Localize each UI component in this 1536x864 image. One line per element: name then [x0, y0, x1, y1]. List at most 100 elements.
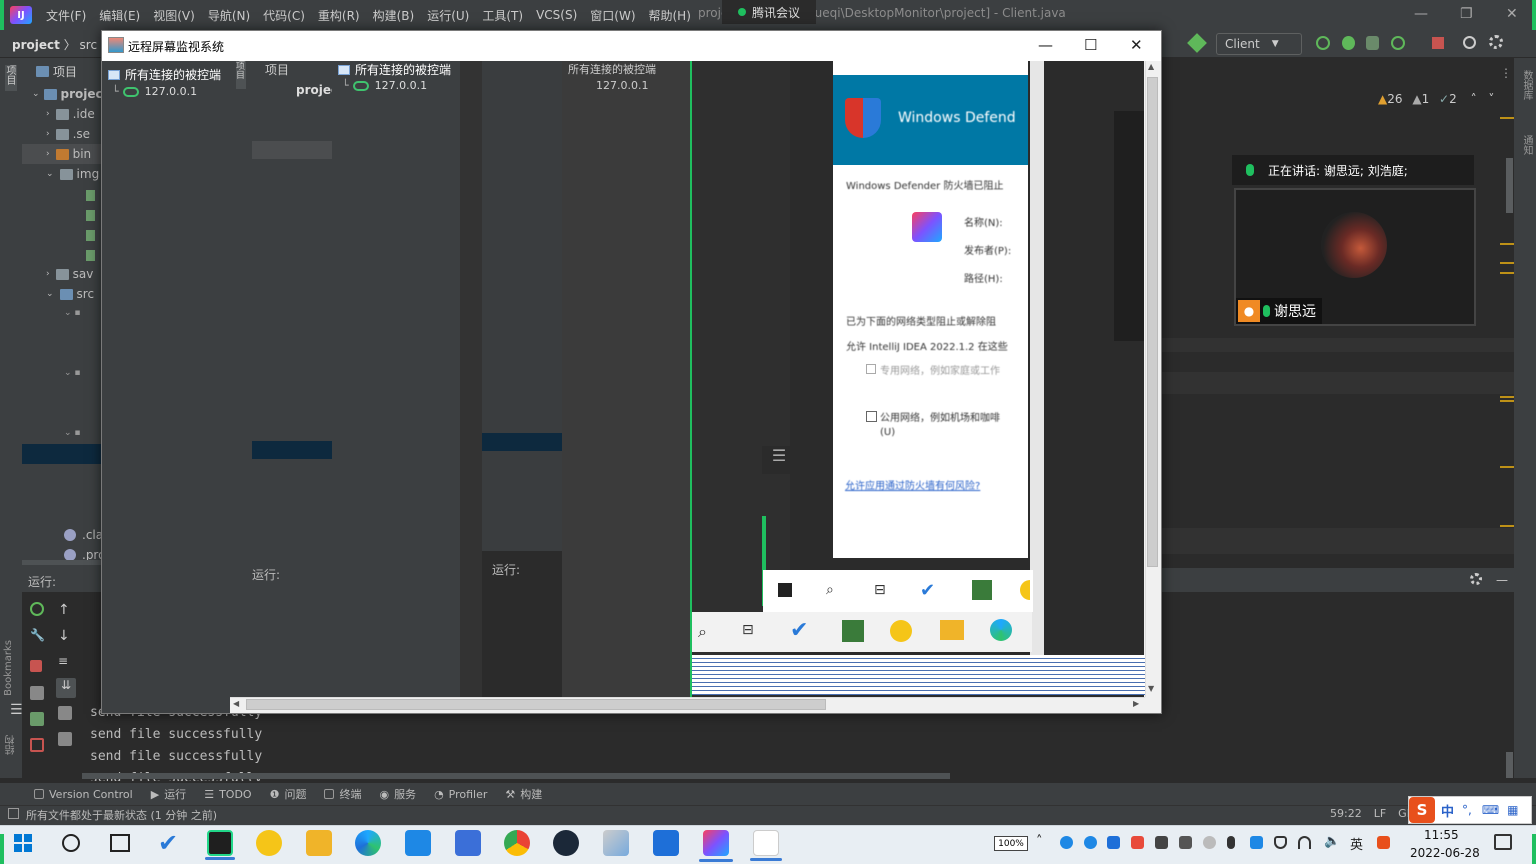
gutter-warning-mark[interactable]: [1500, 466, 1514, 468]
camera-icon[interactable]: [30, 686, 44, 700]
tray-app-icon[interactable]: [1084, 836, 1097, 849]
tab-services[interactable]: ◉ 服务: [379, 786, 416, 802]
scroll-right-arrow-icon[interactable]: ▶: [1133, 699, 1139, 708]
tray-cat-icon[interactable]: [1179, 836, 1192, 849]
image-file-icon[interactable]: [86, 250, 95, 261]
menu-code[interactable]: 代码(C): [263, 7, 305, 24]
chevron-up-icon[interactable]: ˄: [1036, 834, 1043, 849]
package-folder-icon[interactable]: ⌄ ▪: [64, 368, 98, 380]
menu-view[interactable]: 视图(V): [153, 7, 195, 24]
tray-app-icon[interactable]: [1060, 836, 1073, 849]
console-hscroll[interactable]: [82, 773, 950, 779]
tencent-meeting-tab[interactable]: 腾讯会议: [722, 0, 816, 24]
sogou-tray-icon[interactable]: [1377, 836, 1390, 849]
gutter-warning-mark[interactable]: [1500, 243, 1514, 245]
soft-wrap-icon[interactable]: ≡: [58, 654, 72, 668]
gear-icon[interactable]: [1489, 35, 1503, 49]
inspection-widget[interactable]: ▲26 ▲1 ✓2 ˄ ˅: [1378, 92, 1494, 106]
caret-position[interactable]: 59:22 LF GE: [1330, 807, 1414, 820]
tree-item-src[interactable]: ⌄ src: [46, 284, 94, 304]
tray-app-icon[interactable]: [1203, 836, 1216, 849]
chevron-up-icon[interactable]: ˄: [1471, 92, 1477, 106]
client-node[interactable]: └ 127.0.0.1: [112, 85, 197, 98]
ime-toolbar[interactable]: S 中 °, ⌨ ▦: [1408, 796, 1532, 824]
writing-app-icon[interactable]: [455, 830, 481, 856]
gear-icon[interactable]: [1470, 573, 1482, 585]
ime-keyboard-icon[interactable]: ⌨: [1482, 803, 1499, 817]
pycharm-icon[interactable]: [205, 830, 235, 860]
tree-item-module[interactable]: ⌄ projec: [32, 84, 103, 104]
structure-tool-tab[interactable]: 结构: [4, 735, 19, 755]
login-icon[interactable]: [30, 712, 44, 726]
tray-shield-icon[interactable]: [1274, 836, 1287, 849]
remote-monitor-titlebar[interactable]: [102, 31, 1161, 61]
project-panel-hscroll[interactable]: [22, 560, 101, 565]
menu-refactor[interactable]: 重构(R): [318, 7, 360, 24]
package-folder-icon[interactable]: ⌄ ▪: [64, 428, 98, 440]
tray-app-icon[interactable]: [1250, 836, 1263, 849]
app-yellow-icon[interactable]: [256, 830, 282, 856]
status-message[interactable]: 所有文件都处于最新状态 (1 分钟 之前): [26, 807, 217, 823]
scroll-left-arrow-icon[interactable]: ◀: [233, 699, 239, 708]
intellij-idea-icon[interactable]: [699, 830, 733, 862]
scroll-down-arrow-icon[interactable]: ▼: [1148, 684, 1154, 693]
chrome-icon[interactable]: [504, 830, 530, 856]
tray-mic-icon[interactable]: [1227, 836, 1235, 849]
exit-icon[interactable]: [30, 738, 44, 752]
ide-minimize-button[interactable]: —: [1414, 6, 1428, 22]
chevron-down-icon[interactable]: ˅: [1488, 92, 1494, 106]
arrow-down-icon[interactable]: ↓: [58, 628, 72, 644]
coverage-icon[interactable]: [1366, 36, 1379, 50]
minimize-panel-icon[interactable]: —: [1496, 573, 1508, 587]
run-config-select[interactable]: Client ▼: [1216, 33, 1302, 55]
menu-vcs[interactable]: VCS(S): [536, 8, 577, 22]
project-panel-header[interactable]: 项目: [36, 63, 77, 80]
tree-item-classpath[interactable]: .cla: [64, 525, 103, 545]
tab-problems[interactable]: ❶ 问题: [270, 786, 307, 802]
tree-item-settings[interactable]: › .se: [46, 124, 90, 144]
wrench-icon[interactable]: 🔧: [30, 628, 45, 642]
sogou-logo-icon[interactable]: S: [1409, 797, 1435, 823]
scroll-to-end-icon[interactable]: ⇊: [56, 678, 76, 698]
tab-terminal[interactable]: 终端: [324, 786, 361, 802]
canvas-hscroll-thumb[interactable]: [246, 699, 826, 710]
scroll-up-arrow-icon[interactable]: ▲: [1148, 62, 1154, 71]
battery-indicator[interactable]: 100%: [994, 836, 1028, 851]
ime-language[interactable]: 中: [1441, 801, 1454, 820]
package-folder-icon[interactable]: ⌄ ▪: [64, 308, 98, 320]
edge-browser-icon[interactable]: [355, 830, 381, 856]
microsoft-todo-icon[interactable]: ✔: [158, 830, 184, 856]
tab-version-control[interactable]: Version Control: [34, 788, 133, 801]
image-file-icon[interactable]: [86, 190, 95, 201]
maximize-button[interactable]: ☐: [1084, 36, 1097, 54]
tree-item-img[interactable]: ⌄ img: [46, 164, 99, 184]
tray-app-icon[interactable]: [1155, 836, 1168, 849]
canvas-vscroll-thumb[interactable]: [1147, 77, 1158, 567]
menu-window[interactable]: 窗口(W): [590, 7, 635, 24]
menu-help[interactable]: 帮助(H): [649, 7, 691, 24]
trash-icon[interactable]: [58, 732, 72, 746]
rerun-icon[interactable]: [1316, 36, 1330, 50]
gutter-warning-mark[interactable]: [1500, 117, 1514, 119]
intellij-logo-icon[interactable]: IJ: [10, 6, 32, 24]
editor-vscroll-thumb[interactable]: [1506, 158, 1513, 213]
project-tool-tab[interactable]: 项目: [4, 65, 17, 91]
search-icon[interactable]: [1463, 36, 1476, 49]
menu-edit[interactable]: 编辑(E): [99, 7, 140, 24]
clock-date[interactable]: 2022-06-28: [1410, 846, 1480, 860]
menu-navigate[interactable]: 导航(N): [208, 7, 250, 24]
print-icon[interactable]: [58, 706, 72, 720]
bookmarks-tool-tab[interactable]: Bookmarks: [3, 640, 14, 696]
photos-icon[interactable]: [653, 830, 679, 856]
ime-mode-icon[interactable]: 英: [1350, 834, 1363, 853]
notification-center-icon[interactable]: [1494, 834, 1512, 850]
tree-item-bin[interactable]: › bin: [46, 144, 91, 164]
image-file-icon[interactable]: [86, 230, 95, 241]
menu-file[interactable]: 文件(F): [46, 7, 86, 24]
windows-start-icon[interactable]: [14, 834, 32, 852]
tray-app-icon[interactable]: [1131, 836, 1144, 849]
game-app-icon[interactable]: [603, 830, 629, 856]
image-file-icon[interactable]: [86, 210, 95, 221]
tab-profiler[interactable]: ◔ Profiler: [434, 788, 487, 801]
tray-search-icon[interactable]: [1107, 836, 1120, 849]
